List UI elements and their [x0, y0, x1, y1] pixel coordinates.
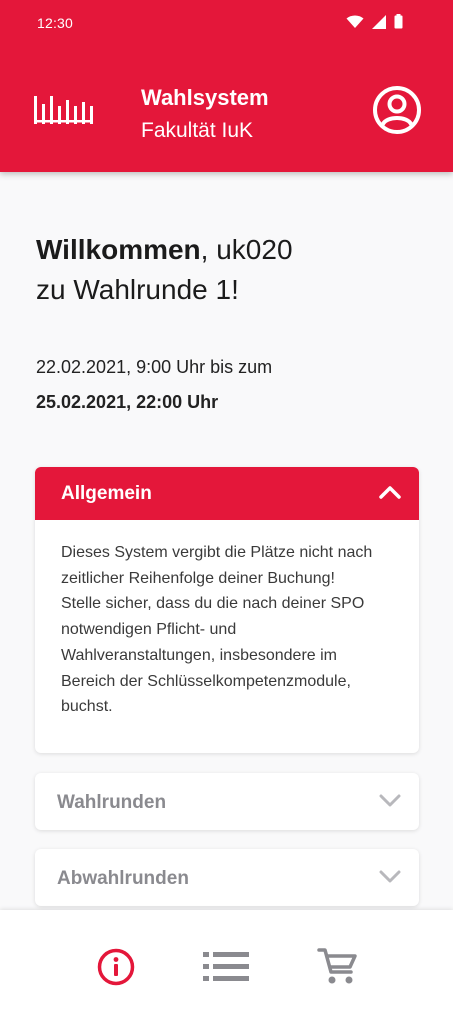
chevron-down-icon [379, 794, 401, 807]
period-start: 22.02.2021, 9:00 Uhr bis zum [36, 357, 273, 377]
account-circle-icon [373, 86, 421, 134]
nav-cart-button[interactable] [310, 939, 366, 995]
nav-list-button[interactable] [199, 939, 255, 995]
signal-icon [372, 14, 386, 29]
accordion-wahlrunden[interactable]: Wahlrunden [35, 773, 419, 830]
accordion-abwahlrunden[interactable]: Abwahlrunden [35, 849, 419, 906]
accordion-label: Allgemein [61, 483, 152, 504]
welcome-username: , uk020 [200, 234, 293, 265]
cart-icon [316, 948, 357, 984]
app-header: 12:30 Wahlsystem Fakultät IuK [0, 0, 453, 172]
battery-icon [394, 14, 403, 29]
accordion-header-allgemein[interactable]: Allgemein [35, 467, 419, 520]
welcome-greeting: Willkommen [36, 234, 201, 265]
profile-button[interactable] [372, 85, 422, 135]
app-title: Wahlsystem [141, 85, 269, 110]
nav-info-button[interactable] [88, 939, 144, 995]
accordion-label: Wahlrunden [57, 792, 167, 813]
list-icon [202, 952, 249, 981]
accordion-label: Abwahlrunden [57, 868, 189, 889]
chevron-down-icon [379, 870, 401, 883]
app-subtitle: Fakultät IuK [141, 119, 254, 142]
period-end: 25.02.2021, 22:00 Uhr [36, 392, 219, 412]
bottom-navigation [0, 910, 453, 1024]
wifi-icon [346, 15, 364, 28]
university-logo-icon [34, 96, 93, 124]
status-icons [346, 14, 403, 29]
info-icon [97, 948, 134, 986]
accordion-allgemein: Allgemein Dieses System vergibt die Plät… [35, 467, 419, 753]
chevron-up-icon [379, 486, 401, 499]
welcome-heading: Willkommen, uk020 zu Wahlrunde 1! [36, 230, 426, 310]
status-time: 12:30 [37, 15, 74, 31]
welcome-round: zu Wahlrunde 1! [36, 274, 239, 305]
election-period: 22.02.2021, 9:00 Uhr bis zum 25.02.2021,… [36, 350, 272, 420]
accordion-body-text: Dieses System vergibt die Plätze nicht n… [61, 544, 373, 716]
